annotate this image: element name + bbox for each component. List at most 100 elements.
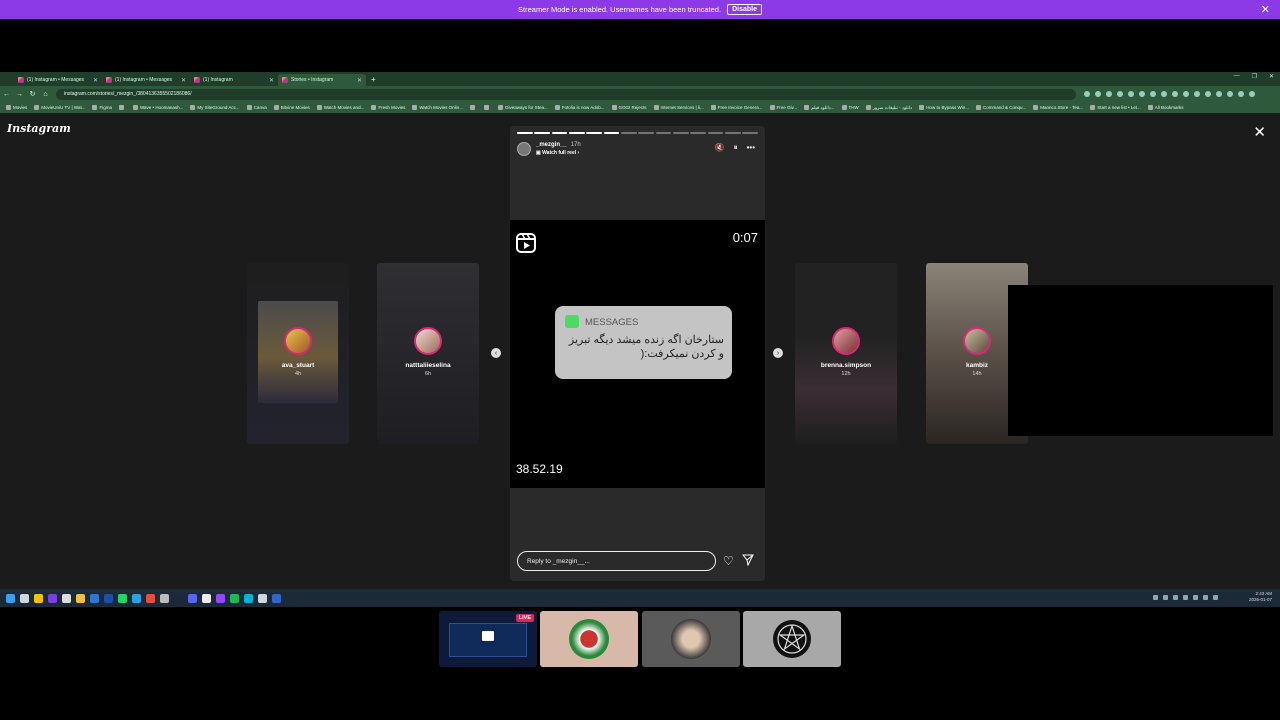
participant-tile[interactable] — [642, 611, 740, 667]
reload-icon[interactable]: ↻ — [26, 90, 39, 98]
story-video[interactable]: 0:07 MESSAGES ستارخان اگه زنده میشد دیگه… — [510, 220, 765, 488]
pause-icon[interactable]: ⏸ — [734, 143, 738, 153]
mute-icon[interactable]: 🔇 — [715, 143, 725, 153]
bookmark-item[interactable]: Canva — [246, 105, 267, 110]
bookmark-item[interactable] — [118, 105, 126, 110]
bookmark-item[interactable]: Wave • Hoomanash... — [132, 105, 183, 110]
extension-icon[interactable] — [1139, 91, 1145, 97]
watch-full-reel-link[interactable]: ▣ Watch full reel › — [536, 150, 579, 156]
bookmark-item[interactable]: THW — [841, 105, 859, 110]
bookmark-item[interactable]: Figma — [92, 105, 112, 110]
bookmark-item[interactable]: Internet Services | li... — [653, 105, 704, 110]
tab-close-icon[interactable]: ✕ — [269, 77, 274, 84]
bookmark-item[interactable]: Bitvine Movies — [273, 105, 310, 110]
bookmark-item[interactable]: Watch Movies Onlin... — [412, 105, 463, 110]
tab-close-icon[interactable]: ✕ — [357, 77, 362, 84]
bookmark-item[interactable]: دانلود فیلم... — [804, 105, 835, 111]
extension-icon[interactable] — [1183, 91, 1189, 97]
app-icon[interactable] — [34, 593, 43, 603]
story-preview-brenna-simpson[interactable]: brenna.simpson 12h — [795, 263, 897, 444]
banner-close-icon[interactable]: ✕ — [1261, 3, 1270, 16]
extension-icon[interactable] — [1084, 91, 1090, 97]
chrome-icon[interactable] — [146, 593, 155, 603]
app-icon[interactable] — [62, 593, 71, 603]
new-tab-button[interactable]: + — [366, 74, 381, 86]
bookmark-item[interactable]: Free Giv... — [769, 105, 797, 110]
extension-icon[interactable] — [1227, 91, 1233, 97]
extension-icon[interactable] — [1172, 91, 1178, 97]
extension-icon[interactable] — [1117, 91, 1123, 97]
back-icon[interactable]: ← — [0, 91, 13, 98]
disable-streamer-mode-button[interactable]: Disable — [727, 4, 762, 15]
bookmark-item[interactable]: Start a new list • Let... — [1090, 105, 1141, 110]
story-preview-natttaliieselina[interactable]: natttaliieselina 6h — [377, 263, 479, 444]
extension-icon[interactable] — [1095, 91, 1101, 97]
extension-icon[interactable] — [1106, 91, 1112, 97]
bookmark-item[interactable]: All Bookmarks — [1147, 105, 1184, 110]
tray-icon[interactable] — [1163, 595, 1168, 600]
home-icon[interactable]: ⌂ — [39, 91, 52, 98]
bookmark-item[interactable]: Free Invoice Genera... — [710, 105, 763, 110]
more-options-icon[interactable]: ••• — [747, 143, 755, 153]
discord-icon[interactable] — [188, 593, 197, 603]
like-heart-icon[interactable]: ♡ — [723, 554, 734, 568]
participant-tile[interactable] — [743, 611, 841, 667]
app-icon[interactable] — [160, 593, 169, 603]
bookmark-item[interactable]: Giveaways for Stea... — [497, 105, 548, 110]
tray-icon[interactable] — [1213, 595, 1218, 600]
url-field[interactable]: instagram.com/stories/_mezgin_/380413635… — [56, 88, 1076, 100]
bookmark-item[interactable]: MovieUniU TV | Wat... — [34, 105, 85, 110]
bookmark-item[interactable]: Watch Movies and... — [316, 105, 364, 110]
tab-close-icon[interactable]: ✕ — [181, 77, 186, 84]
extension-icon[interactable] — [1238, 91, 1244, 97]
minimize-icon[interactable]: — — [1234, 73, 1240, 80]
bookmark-item[interactable] — [483, 105, 491, 110]
reply-input[interactable]: Reply to _mezgin__... — [517, 551, 716, 571]
app-icon[interactable] — [104, 593, 113, 603]
tray-icon[interactable] — [1173, 595, 1178, 600]
send-share-icon[interactable] — [742, 554, 754, 566]
bookmark-item[interactable]: Fresh Movies — [371, 105, 405, 110]
tab-instagram[interactable]: (1) Instagram ✕ — [190, 74, 278, 86]
bookmark-item[interactable]: GOGI Rejects — [611, 105, 647, 110]
app-icon[interactable] — [48, 593, 57, 603]
extension-icon[interactable] — [1150, 91, 1156, 97]
story-avatar[interactable] — [517, 142, 531, 156]
maximize-icon[interactable]: ❐ — [1252, 73, 1257, 80]
tray-icon[interactable] — [1153, 595, 1158, 600]
steam-icon[interactable] — [174, 593, 183, 603]
windows-start-icon[interactable] — [6, 593, 15, 603]
instagram-logo[interactable]: Instagram — [7, 122, 71, 135]
app-icon[interactable] — [258, 593, 267, 603]
telegram-icon[interactable] — [132, 593, 141, 603]
search-icon[interactable] — [20, 593, 29, 603]
tray-icon[interactable] — [1193, 595, 1198, 600]
next-story-button[interactable]: › — [773, 348, 783, 358]
tab-messages-2[interactable]: (1) Instagram • Messages ✕ — [102, 74, 190, 86]
app-icon[interactable] — [216, 593, 225, 603]
screen-share-tile[interactable]: LIVE — [439, 611, 537, 667]
app-icon[interactable] — [272, 593, 281, 603]
app-icon[interactable] — [90, 593, 99, 603]
bookmark-item[interactable]: Command & Conqu... — [975, 105, 1026, 110]
story-preview-ava-stuart[interactable]: ava_stuart 4h — [247, 263, 349, 444]
extension-icon[interactable] — [1205, 91, 1211, 97]
extension-icon[interactable] — [1194, 91, 1200, 97]
bookmark-item[interactable]: Mannco.Store - Tea... — [1033, 105, 1083, 110]
extension-icon[interactable] — [1216, 91, 1222, 97]
extension-icon[interactable] — [1161, 91, 1167, 97]
tab-messages-1[interactable]: (1) Instagram • Messages ✕ — [14, 74, 102, 86]
bookmark-item[interactable]: My SiteGround Acc... — [190, 105, 240, 110]
file-explorer-icon[interactable] — [76, 593, 85, 603]
bookmark-item[interactable] — [469, 105, 477, 110]
app-icon[interactable] — [244, 593, 253, 603]
bookmark-item[interactable]: Fotolia is now Adob... — [554, 105, 605, 110]
clock[interactable]: 2:43 AM 2026-01-07 — [1249, 591, 1272, 603]
extension-icon[interactable] — [1249, 91, 1255, 97]
story-username[interactable]: _mezgin__ — [536, 142, 567, 148]
close-stories-icon[interactable]: ✕ — [1253, 123, 1266, 141]
app-icon[interactable] — [202, 593, 211, 603]
previous-story-button[interactable]: ‹ — [491, 348, 501, 358]
bookmark-item[interactable]: دانلود - تبلیغات سرور — [865, 105, 912, 111]
spotify-icon[interactable] — [230, 593, 239, 603]
